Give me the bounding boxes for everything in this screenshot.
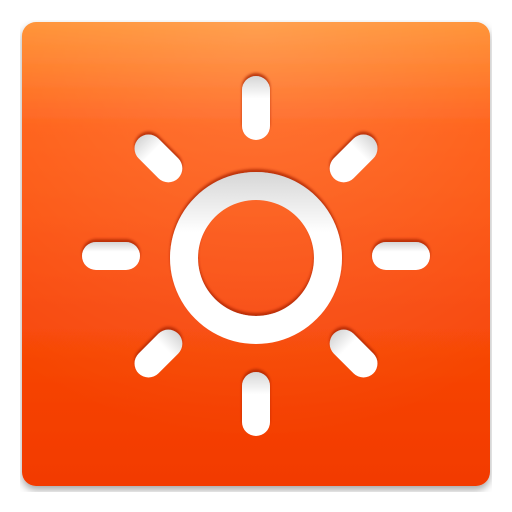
sun-ray-bottom: [242, 372, 270, 436]
app-icon-tile[interactable]: [20, 20, 492, 492]
sun-icon-svg: [22, 22, 490, 486]
sun-ray-right: [372, 242, 430, 270]
sun-ray-left: [82, 242, 140, 270]
sun-ray-top: [242, 76, 270, 140]
